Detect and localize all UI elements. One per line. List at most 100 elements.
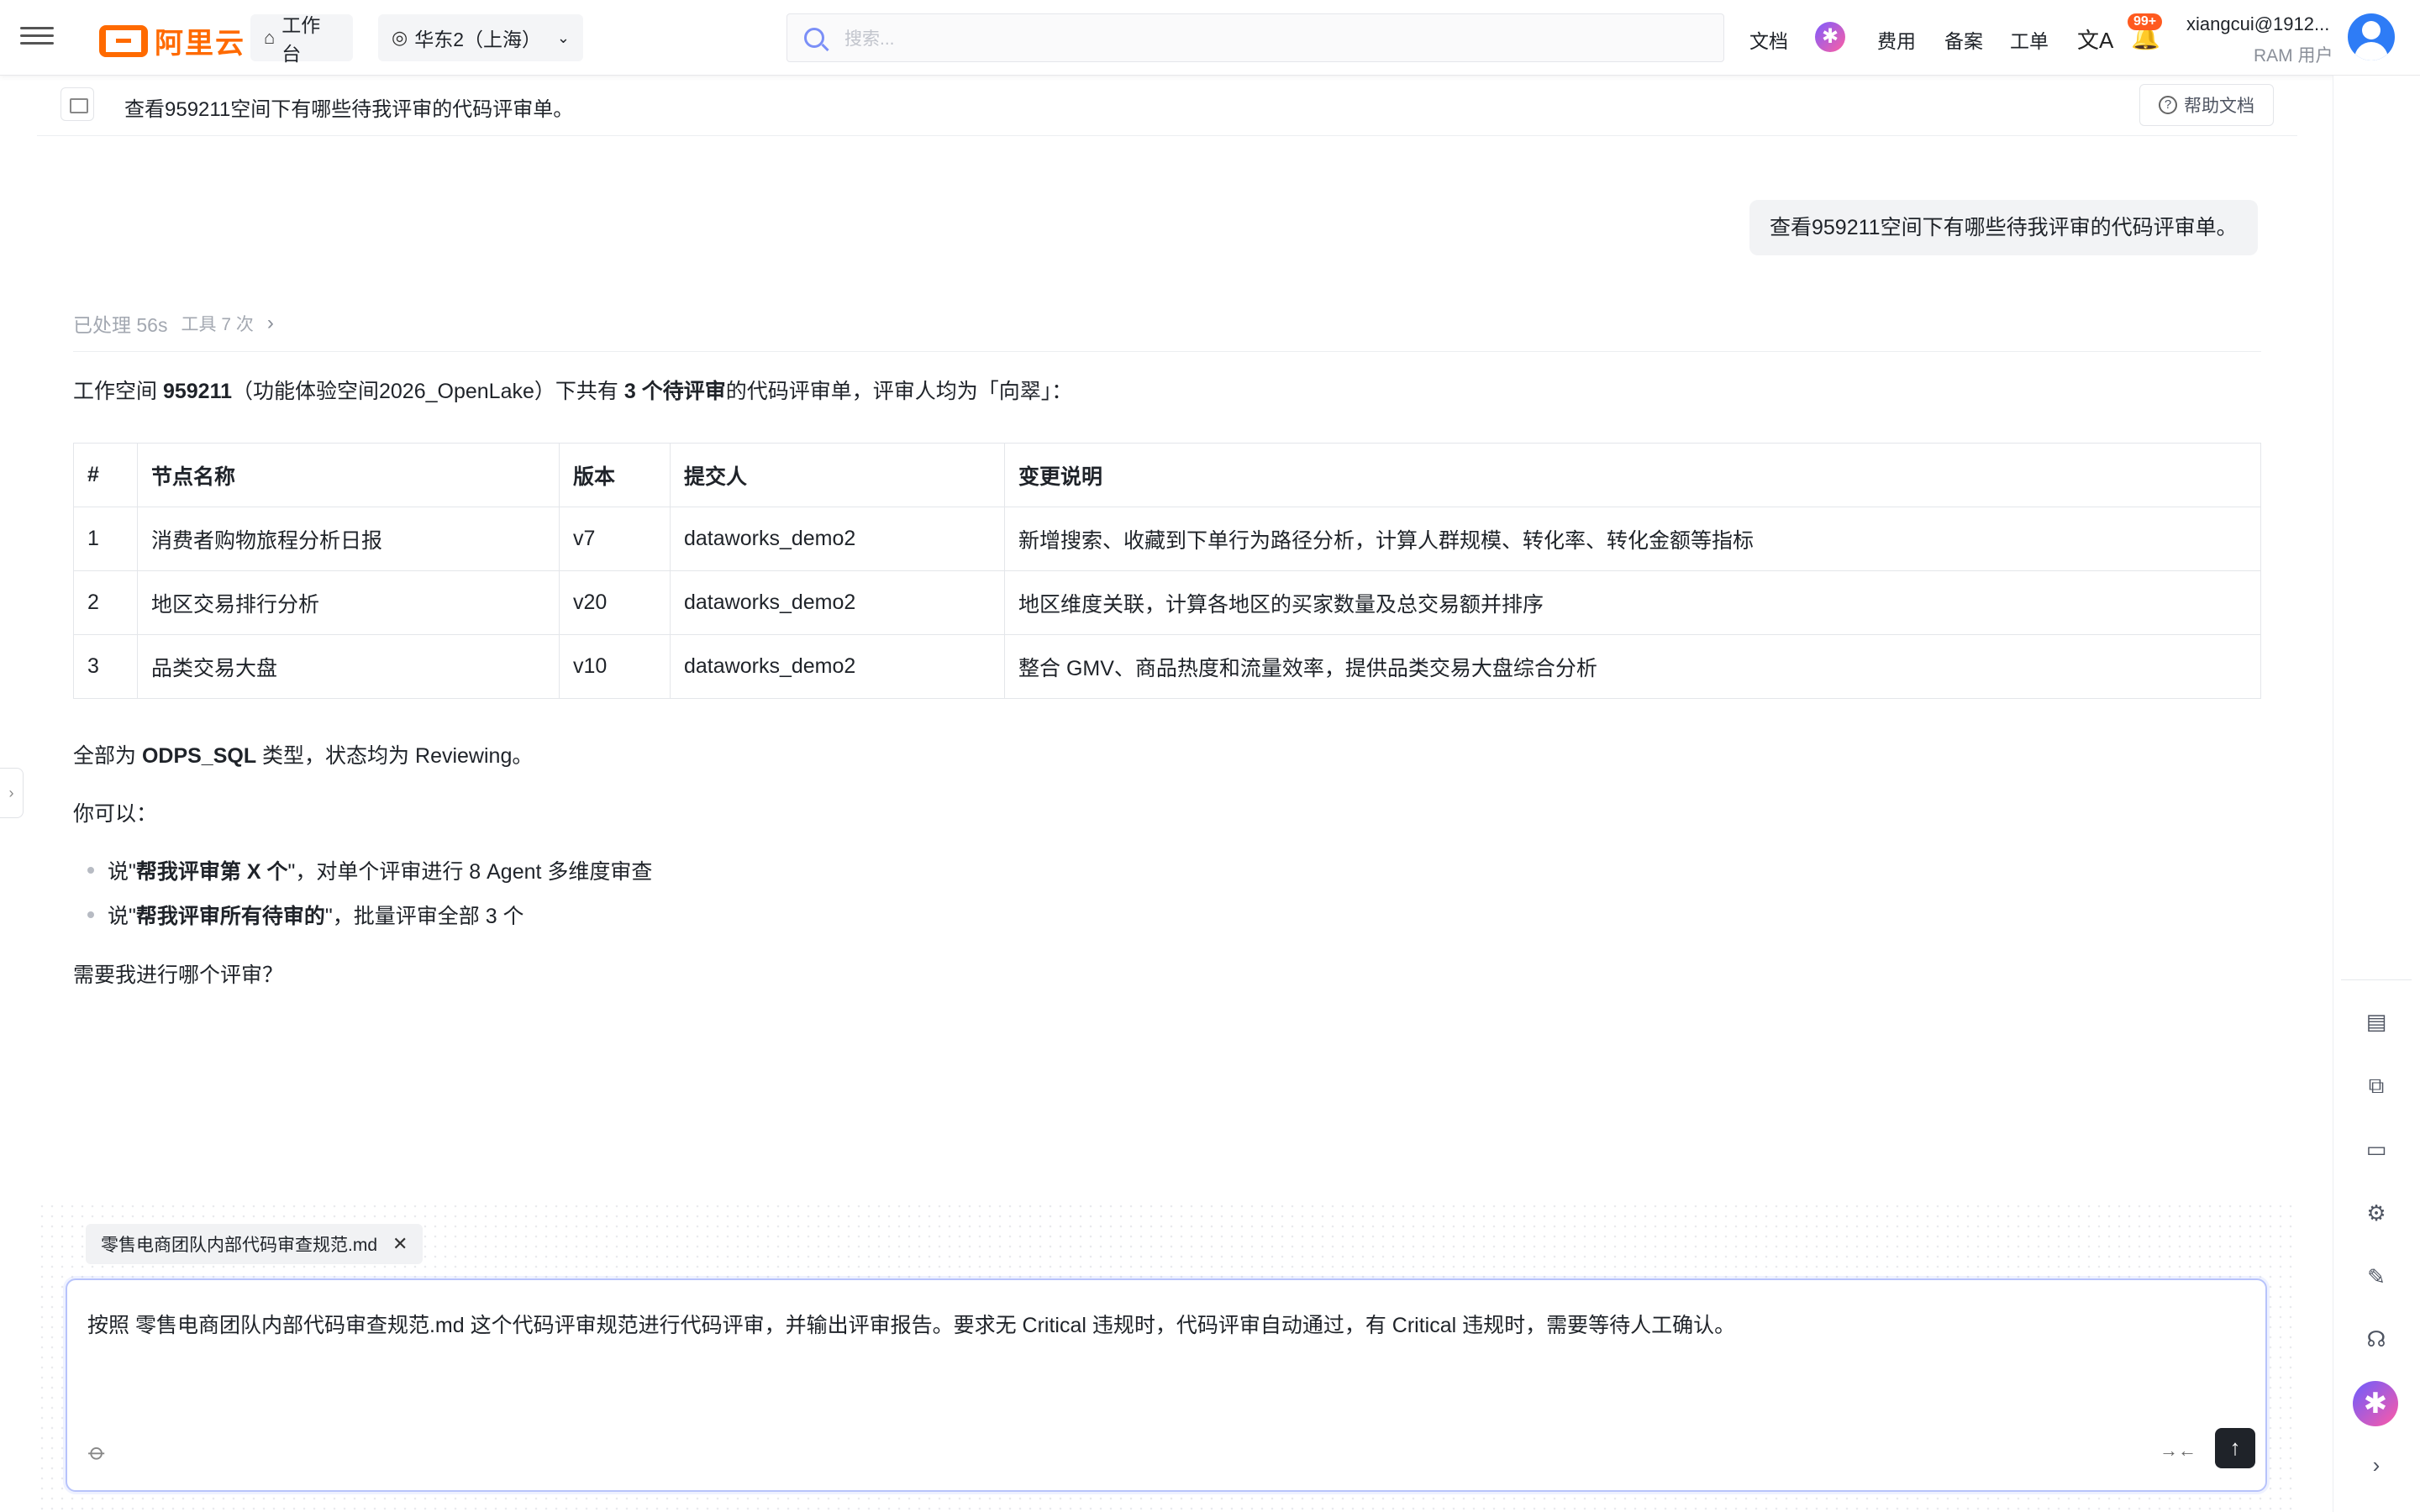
bullet-dot	[87, 867, 94, 874]
docs-link[interactable]: 文档	[1749, 25, 1788, 54]
type-status-paragraph: 全部为 ODPS_SQL 类型，状态均为 Reviewing。	[73, 739, 533, 769]
message-input-text[interactable]: 按照 零售电商团队内部代码审查规范.md 这个代码评审规范进行代码评审，并输出评…	[87, 1309, 1735, 1339]
bullet-text: 说"	[108, 905, 136, 928]
sidebar-toggle-icon[interactable]	[60, 87, 94, 121]
bullet-command: 帮我评审第 X 个	[135, 860, 288, 884]
global-search-input[interactable]: 搜索...	[786, 13, 1724, 62]
table-row: 3 品类交易大盘 v10 dataworks_demo2 整合 GMV、商品热度…	[73, 634, 2261, 699]
right-tool-rail	[2333, 76, 2420, 1512]
chevron-right-icon[interactable]: ›	[2358, 1446, 2395, 1483]
location-pin-icon: ◎	[392, 27, 408, 48]
type-mid: 类型，状态均为	[256, 744, 416, 768]
table-cell: 2	[73, 570, 138, 635]
workbench-label: 工作台	[281, 14, 321, 65]
user-message-bubble: 查看959211空间下有哪些待我评审的代码评审单。	[1749, 200, 2258, 255]
table-row: 2 地区交易排行分析 v20 dataworks_demo2 地区维度关联，计算…	[73, 570, 2261, 635]
attachment-chip[interactable]: 零售电商团队内部代码审查规范.md ✕	[86, 1224, 424, 1264]
edit-icon[interactable]: ✎	[2358, 1258, 2395, 1295]
ticket-link[interactable]: 工单	[2010, 25, 2049, 54]
support-icon[interactable]: ☊	[2358, 1320, 2395, 1357]
top-navigation-bar: 阿里云 ⌂ 工作台 ◎ 华东2（上海） ⌄ 搜索... 文档 ✱ 费用 备案 工…	[0, 0, 2420, 76]
table-cell: 1	[73, 507, 138, 571]
table-cell: dataworks_demo2	[670, 507, 1005, 571]
region-selector[interactable]: ◎ 华东2（上海） ⌄	[378, 14, 583, 61]
search-placeholder: 搜索...	[844, 29, 895, 49]
intro-suffix: 的代码评审单，评审人均为「向翠」：	[725, 380, 1073, 403]
icp-filing-link[interactable]: 备案	[1944, 25, 1983, 54]
aliyun-logo[interactable]: 阿里云	[99, 20, 245, 61]
table-cell: 消费者购物旅程分析日报	[137, 507, 560, 571]
expand-panel-icon[interactable]: ›	[0, 768, 24, 818]
message-input[interactable]: 按照 零售电商团队内部代码审查规范.md 这个代码评审规范进行代码评审，并输出评…	[66, 1278, 2267, 1492]
table-cell: v10	[559, 634, 671, 699]
intro-prefix: 工作空间	[73, 380, 163, 403]
bullet-dot	[87, 911, 94, 918]
table-cell: 3	[73, 634, 138, 699]
table-cell: 地区维度关联，计算各地区的买家数量及总交易额并排序	[1004, 570, 2261, 635]
review-status: Reviewing	[415, 744, 513, 768]
bullet-command: 帮我评审所有待审的	[135, 905, 325, 928]
close-icon[interactable]: ✕	[392, 1233, 408, 1255]
logo-mark-icon	[99, 24, 148, 57]
follow-up-question: 需要我进行哪个评审？	[73, 963, 284, 987]
menu-icon[interactable]	[20, 22, 54, 52]
list-item: 说" 帮我评审第 X 个 "，对单个评审进行 8 Agent 多维度审查	[87, 855, 652, 885]
workbench-button[interactable]: ⌂ 工作台	[250, 14, 353, 65]
intro-mid: （功能体验空间2026_OpenLake）下共有	[232, 380, 624, 403]
code-review-table: # 节点名称 版本 提交人 变更说明 1 消费者购物旅程分析日报 v7 data…	[73, 443, 2261, 699]
help-docs-label: 帮助文档	[2184, 97, 2254, 116]
table-cell: 品类交易大盘	[137, 634, 560, 699]
user-account-name[interactable]: xiangcui@1912...	[2186, 13, 2329, 35]
region-label: 华东2（上海）	[414, 29, 541, 50]
list-item: 说" 帮我评审所有待审的 "，批量评审全部 3 个	[87, 900, 524, 930]
ai-doc-icon[interactable]: ⧉	[2358, 1067, 2395, 1104]
workspace-id: 959211	[162, 380, 232, 403]
table-cell: v7	[559, 507, 671, 571]
logo-text: 阿里云	[155, 28, 245, 60]
type-prefix: 全部为	[73, 744, 142, 768]
ai-assistant-icon[interactable]: ✱	[1815, 22, 1845, 52]
home-icon: ⌂	[264, 27, 276, 48]
bullet-text: "，对单个评审进行 8 Agent 多维度审查	[287, 860, 653, 884]
bullet-text: "，批量评审全部 3 个	[324, 905, 524, 928]
processed-time: 已处理 56s	[73, 314, 168, 336]
table-cell: dataworks_demo2	[670, 634, 1005, 699]
terminal-icon[interactable]: ▭	[2358, 1131, 2395, 1168]
column-header: 版本	[559, 443, 671, 507]
table-cell: v20	[559, 570, 671, 635]
divider	[2341, 979, 2412, 980]
table-cell: 新增搜索、收藏到下单行为路径分析，计算人群规模、转化率、转化金额等指标	[1004, 507, 2261, 571]
chevron-down-icon: ⌄	[556, 29, 570, 46]
billing-link[interactable]: 费用	[1877, 25, 1916, 54]
attachment-name: 零售电商团队内部代码审查规范.md	[101, 1236, 378, 1255]
conversation-header: 查看959211空间下有哪些待我评审的代码评审单。 ? 帮助文档	[37, 76, 2297, 136]
table-cell: 地区交易排行分析	[137, 570, 560, 635]
column-header: 提交人	[670, 443, 1005, 507]
paperclip-icon[interactable]: ⌀	[83, 1437, 113, 1467]
column-header: 节点名称	[137, 443, 560, 507]
you-can-label: 你可以：	[73, 802, 158, 826]
notes-icon[interactable]: ▤	[2358, 1003, 2395, 1040]
divider	[73, 351, 2261, 352]
avatar[interactable]	[2348, 13, 2395, 60]
processing-summary[interactable]: 已处理 56s 工具 7 次 ›	[73, 309, 274, 338]
language-icon[interactable]: 文A	[2077, 24, 2113, 55]
table-cell: dataworks_demo2	[670, 570, 1005, 635]
notification-badge: 99+	[2128, 13, 2163, 30]
answer-intro: 工作空间 959211（功能体验空间2026_OpenLake）下共有 3 个待…	[73, 375, 1072, 405]
table-cell: 整合 GMV、商品热度和流量效率，提供品类交易大盘综合分析	[1004, 634, 2261, 699]
send-button[interactable]: ↑	[2215, 1428, 2255, 1468]
help-docs-button[interactable]: ? 帮助文档	[2139, 84, 2274, 126]
question-circle-icon: ?	[2159, 96, 2177, 114]
pending-count: 3 个待评审	[623, 380, 726, 403]
conversation-title: 查看959211空间下有哪些待我评审的代码评审单。	[124, 98, 574, 121]
column-header: 变更说明	[1004, 443, 2261, 507]
collapse-icon[interactable]: →←	[2160, 1440, 2196, 1462]
type-suffix: 。	[512, 744, 534, 768]
bullet-text: 说"	[108, 860, 136, 884]
ai-assistant-icon[interactable]: ✱	[2353, 1381, 2398, 1426]
settings-icon[interactable]: ⚙	[2358, 1194, 2395, 1231]
tool-calls-count: 工具 7 次	[181, 315, 254, 334]
table-header-row: # 节点名称 版本 提交人 变更说明	[73, 443, 2261, 507]
search-icon	[804, 28, 824, 48]
